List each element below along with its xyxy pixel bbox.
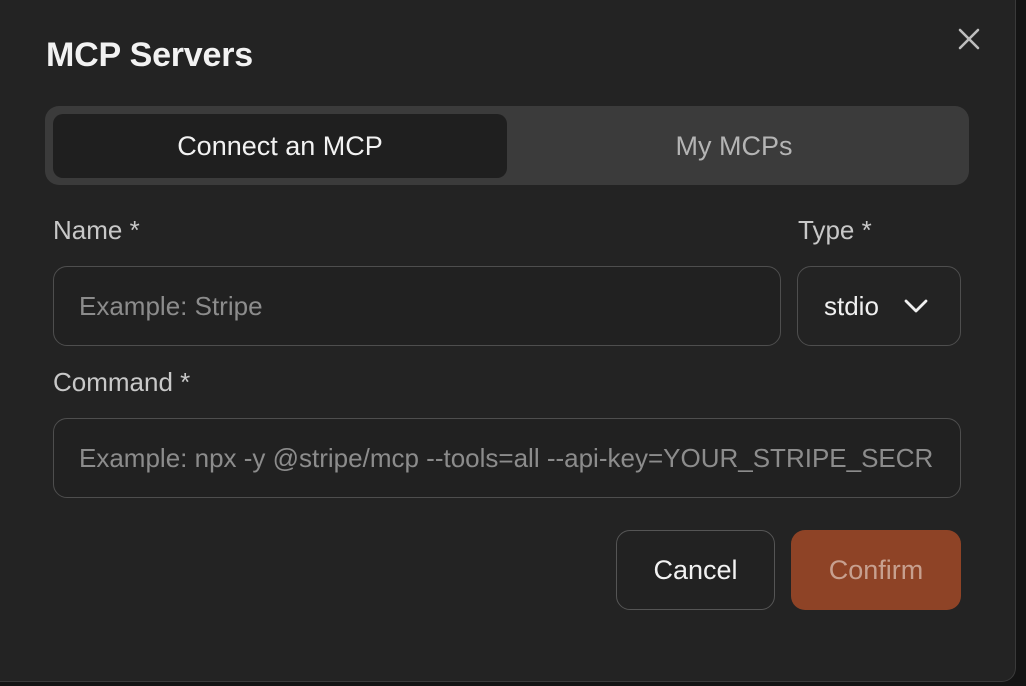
confirm-button[interactable]: Confirm — [791, 530, 961, 610]
cancel-button[interactable]: Cancel — [616, 530, 775, 610]
dialog-title: MCP Servers — [46, 36, 253, 74]
close-button[interactable] — [952, 22, 986, 56]
command-label: Command * — [53, 367, 191, 397]
tab-connect-an-mcp[interactable]: Connect an MCP — [53, 114, 507, 178]
command-field-container — [53, 418, 961, 498]
name-field-container — [53, 266, 781, 346]
name-label: Name * — [53, 215, 140, 245]
tab-my-mcps[interactable]: My MCPs — [507, 114, 961, 178]
type-select-value: stdio — [824, 290, 879, 321]
command-input[interactable] — [79, 442, 935, 474]
name-input[interactable] — [79, 290, 780, 322]
type-label: Type * — [798, 215, 872, 245]
type-select[interactable]: stdio — [797, 266, 961, 346]
close-icon — [958, 28, 980, 50]
chevron-down-icon — [902, 294, 930, 318]
tab-bar: Connect an MCP My MCPs — [45, 106, 969, 185]
mcp-servers-dialog: MCP Servers Connect an MCP My MCPs Name … — [0, 0, 1016, 682]
